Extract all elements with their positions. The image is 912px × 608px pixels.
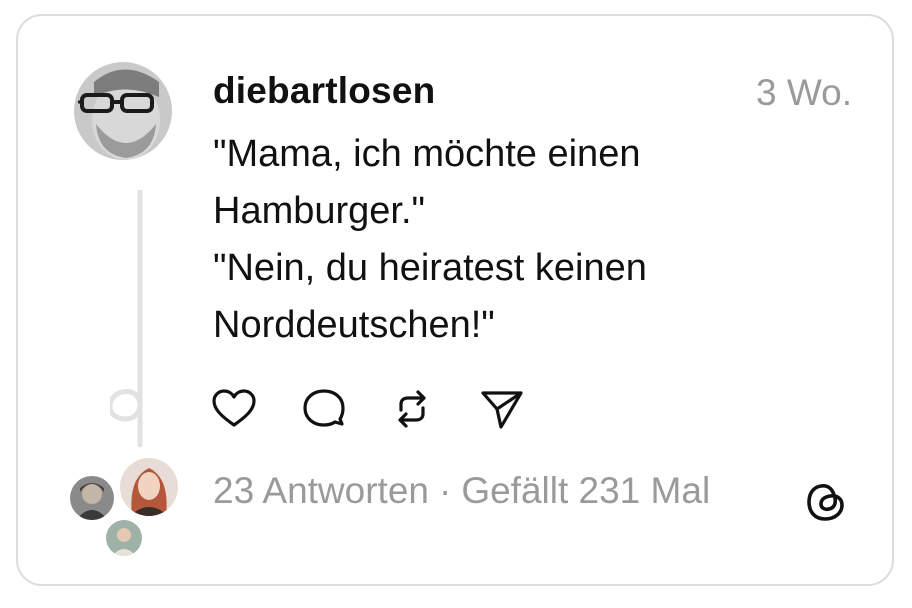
- replies-count[interactable]: 23 Antworten: [213, 470, 429, 511]
- repost-button[interactable]: [389, 386, 435, 432]
- post-text-line: Hamburger.": [213, 190, 426, 232]
- post-timestamp: 3 Wo.: [756, 72, 852, 113]
- threads-logo-icon[interactable]: [803, 478, 849, 524]
- reply-avatar[interactable]: [68, 474, 116, 522]
- author-avatar[interactable]: [74, 62, 172, 160]
- likes-count[interactable]: Gefällt 231 Mal: [461, 470, 710, 511]
- thread-connector: [107, 187, 150, 450]
- comment-icon: [303, 389, 345, 427]
- author-username[interactable]: diebartlosen: [213, 70, 435, 112]
- reply-button[interactable]: [301, 386, 347, 432]
- post-text-line: "Nein, du heiratest keinen: [213, 247, 647, 289]
- like-button[interactable]: [211, 386, 257, 432]
- share-button[interactable]: [479, 386, 525, 432]
- reply-avatar[interactable]: [104, 518, 144, 558]
- stats-separator: ·: [438, 470, 452, 511]
- post-text-line: Norddeutschen!": [213, 304, 495, 346]
- reply-avatar[interactable]: [118, 456, 180, 518]
- send-icon: [481, 391, 523, 429]
- post-body: "Mama, ich möchte einen Hamburger." "Nei…: [213, 126, 833, 354]
- repost-icon: [398, 390, 426, 428]
- post-stats: 23 Antworten · Gefällt 231 Mal: [213, 470, 710, 512]
- heart-icon: [212, 389, 256, 427]
- post-text-line: "Mama, ich möchte einen: [213, 133, 641, 175]
